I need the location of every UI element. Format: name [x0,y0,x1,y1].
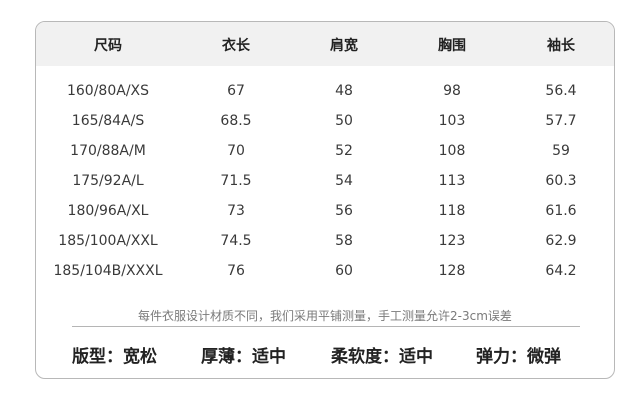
header-shoulder: 肩宽 [330,38,358,54]
cell-length: 73 [227,203,245,219]
cell-chest: 128 [438,263,466,279]
cell-length: 76 [227,263,245,279]
spec-fit: 版型：宽松 [72,347,157,367]
cell-sleeve: 64.2 [545,263,577,279]
cell-length: 68.5 [220,113,252,129]
table-row: 165/84A/S 68.5 50 103 57.7 [36,107,614,137]
cell-chest: 98 [443,83,461,99]
spec-softness: 柔软度：适中 [331,347,433,367]
cell-length: 71.5 [220,173,252,189]
table-row: 160/80A/XS 67 48 98 56.4 [36,77,614,107]
cell-length: 74.5 [220,233,252,249]
cell-sleeve: 60.3 [545,173,577,189]
cell-shoulder: 48 [335,83,353,99]
header-length: 衣长 [222,38,250,54]
cell-chest: 123 [438,233,466,249]
cell-sleeve: 62.9 [545,233,577,249]
table-header: 尺码 衣长 肩宽 胸围 袖长 [36,22,614,66]
cell-shoulder: 50 [335,113,353,129]
table-row: 185/104B/XXXL 76 60 128 64.2 [36,257,614,287]
cell-size: 175/92A/L [72,173,144,189]
header-chest: 胸围 [438,38,466,54]
cell-size: 165/84A/S [71,113,145,129]
cell-shoulder: 52 [335,143,353,159]
measurement-note: 每件衣服设计材质不同，我们采用平铺测量，手工测量允许2-3cm误差 [138,309,512,323]
divider [72,326,580,327]
cell-chest: 118 [438,203,466,219]
cell-chest: 108 [438,143,466,159]
spec-thickness: 厚薄：适中 [201,347,286,367]
header-size: 尺码 [94,38,122,54]
cell-sleeve: 57.7 [545,113,577,129]
header-sleeve: 袖长 [547,38,575,54]
cell-sleeve: 61.6 [545,203,577,219]
cell-length: 67 [227,83,245,99]
cell-chest: 113 [438,173,466,189]
table-row: 180/96A/XL 73 56 118 61.6 [36,197,614,227]
table-row: 185/100A/XXL 74.5 58 123 62.9 [36,227,614,257]
cell-size: 185/104B/XXXL [53,263,163,279]
cell-shoulder: 58 [335,233,353,249]
spec-elasticity: 弹力：微弹 [476,347,561,367]
cell-size: 160/80A/XS [66,83,150,99]
table-row: 175/92A/L 71.5 54 113 60.3 [36,167,614,197]
cell-size: 185/100A/XXL [58,233,158,249]
cell-size: 170/88A/M [70,143,146,159]
cell-chest: 103 [438,113,466,129]
cell-shoulder: 56 [335,203,353,219]
cell-shoulder: 60 [335,263,353,279]
cell-length: 70 [227,143,245,159]
cell-sleeve: 56.4 [545,83,577,99]
cell-shoulder: 54 [335,173,353,189]
table-row: 170/88A/M 70 52 108 59 [36,137,614,167]
size-chart-card: 尺码 衣长 肩宽 胸围 袖长 160/80A/XS 67 48 98 56.4 … [35,21,615,379]
cell-sleeve: 59 [552,143,570,159]
cell-size: 180/96A/XL [67,203,149,219]
fabric-specs: 版型：宽松 厚薄：适中 柔软度：适中 弹力：微弹 [36,338,614,368]
